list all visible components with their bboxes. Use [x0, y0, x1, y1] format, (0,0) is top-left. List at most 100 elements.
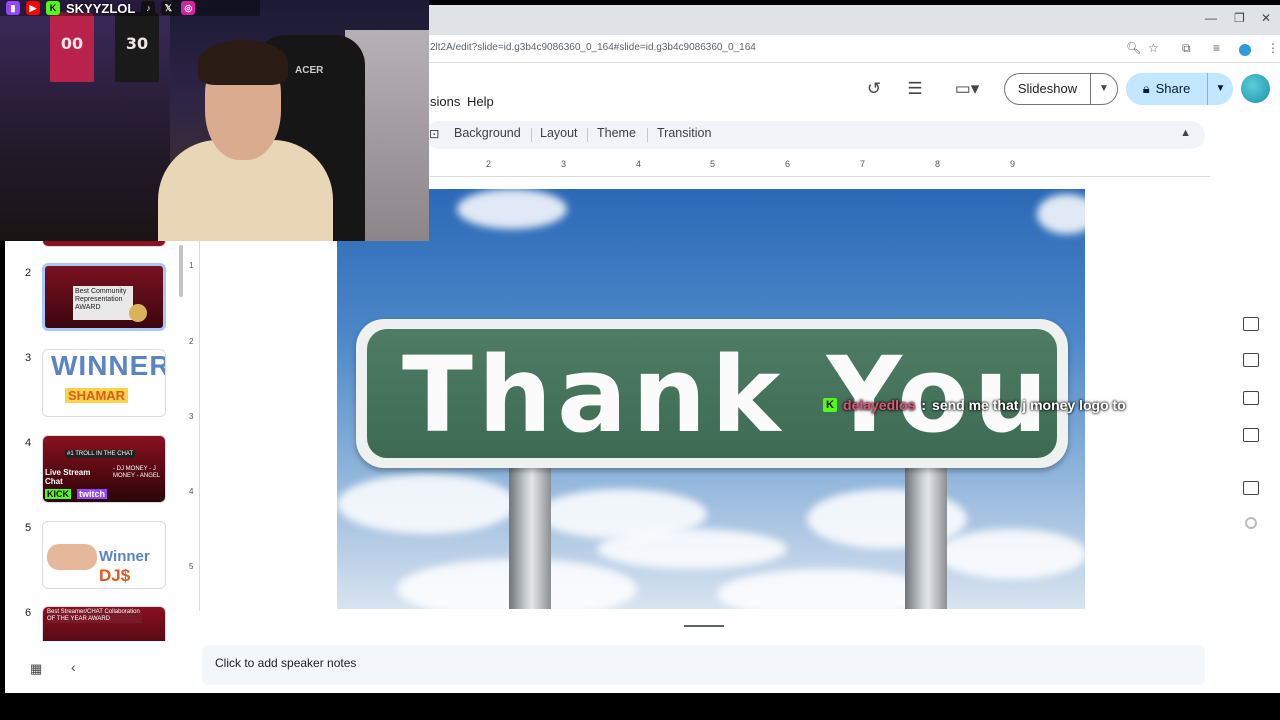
- cloud: [1037, 194, 1085, 234]
- grid-view-icon[interactable]: ▦: [30, 661, 42, 677]
- slideshow-dropdown-icon[interactable]: ▼: [1091, 74, 1117, 104]
- thumb-names: - DJ MONEY - J MONEY - ANGEL: [113, 466, 161, 479]
- tiktok-icon: ♪: [141, 1, 156, 15]
- slide-thumbnail-6[interactable]: Best Streamer/CHAT Collaboration OF THE …: [42, 606, 166, 641]
- minimize-icon[interactable]: —: [1205, 11, 1217, 25]
- thumb-title: #1 TROLL IN THE CHAT: [65, 450, 136, 458]
- slide-number: 6: [25, 607, 32, 619]
- slide-thumbnail-5[interactable]: Winner DJ$: [42, 521, 166, 589]
- chat-username: delayedlos: [843, 397, 916, 413]
- slide-number: 2: [25, 267, 32, 279]
- collapse-filmstrip-icon[interactable]: ‹: [71, 659, 76, 675]
- youtube-icon: ▶: [26, 1, 40, 15]
- jersey: 30: [115, 12, 159, 82]
- thumb-subtitle: DJ$: [99, 566, 131, 585]
- bookmark-star-icon[interactable]: ☆: [1148, 41, 1159, 55]
- chat-separator: :: [921, 397, 927, 413]
- layout-button[interactable]: Layout: [540, 126, 578, 140]
- slide-number: 4: [25, 437, 32, 449]
- share-button-group: 🔒︎ Share ▼: [1126, 73, 1233, 105]
- thumb-subtitle: Live Stream Chat: [45, 468, 91, 486]
- kick-icon: K: [46, 1, 60, 15]
- transition-button[interactable]: Transition: [657, 126, 711, 140]
- media-icon[interactable]: ≡: [1213, 41, 1220, 55]
- thumb-twitch-logo: twitch: [77, 489, 107, 499]
- cloud: [337, 474, 517, 534]
- slide-number: 3: [25, 352, 32, 364]
- toolbar-partial-icon[interactable]: ⊡: [429, 126, 439, 141]
- slide-number: 5: [25, 522, 32, 534]
- speaker-notes-placeholder: Click to add speaker notes: [215, 656, 357, 670]
- ruler-tick: 5: [189, 562, 194, 571]
- keep-icon[interactable]: [1243, 317, 1259, 331]
- ruler-tick: 3: [189, 412, 194, 421]
- ruler-tick: 1: [189, 261, 194, 270]
- ruler-tick: 5: [710, 159, 716, 169]
- thumb-subtitle: SHAMAR: [65, 388, 129, 403]
- social-bar: ▮ ▶ K SKYYZLOL ♪ 𝕏 ◎: [0, 0, 260, 16]
- close-icon[interactable]: ✕: [1261, 11, 1271, 25]
- comments-icon[interactable]: ☰: [904, 78, 926, 100]
- ruler-tick: 4: [189, 487, 194, 496]
- folder-icon[interactable]: [1243, 428, 1259, 442]
- toolbar: ⊡ Background Layout Theme Transition ▲: [425, 121, 1205, 149]
- ruler-tick: 6: [785, 159, 791, 169]
- cloud: [717, 569, 937, 609]
- filmstrip-scrollbar[interactable]: [179, 245, 183, 297]
- side-panel-toggle-icon[interactable]: [1243, 481, 1259, 495]
- share-label: Share: [1155, 81, 1191, 96]
- vertical-ruler[interactable]: 1 2 3 4 5: [180, 241, 200, 611]
- slide-thumbnail-3[interactable]: WINNER SHAMAR: [42, 349, 166, 417]
- share-dropdown-icon[interactable]: ▼: [1208, 73, 1233, 105]
- chair-brand: ACER: [295, 65, 324, 76]
- thumb-title: Winner: [99, 548, 150, 565]
- version-history-icon[interactable]: ↺: [863, 78, 885, 100]
- sign-post-right: [905, 467, 947, 609]
- streamer-handle: SKYYZLOL: [66, 0, 136, 16]
- speaker-notes[interactable]: Click to add speaker notes: [202, 645, 1205, 685]
- chat-message: send me that j money logo to: [932, 397, 1126, 413]
- hand-image: [47, 544, 97, 570]
- chat-overlay-message: K delayedlos : send me that j money logo…: [823, 397, 1126, 413]
- ruler-tick: 2: [486, 159, 492, 169]
- ruler-tick: 4: [636, 159, 642, 169]
- toolbar-divider: [647, 128, 648, 142]
- x-icon: 𝕏: [161, 1, 176, 15]
- meet-video-icon[interactable]: ▭▾: [949, 78, 985, 100]
- cloud: [597, 529, 787, 569]
- slideshow-button[interactable]: Slideshow: [1005, 74, 1091, 104]
- thumb-title: Best Community Representation AWARD: [75, 288, 127, 311]
- browser-menu-icon[interactable]: ⋮: [1267, 41, 1279, 55]
- streamer-hair: [198, 40, 288, 85]
- slide-filmstrip: 2 Best Community Representation AWARD 3 …: [5, 241, 180, 641]
- restore-icon[interactable]: ❐: [1234, 11, 1245, 25]
- extensions-icon[interactable]: ⧉: [1182, 41, 1191, 56]
- share-button[interactable]: 🔒︎ Share: [1126, 73, 1208, 105]
- ruler-tick: 7: [860, 159, 866, 169]
- theme-button[interactable]: Theme: [597, 126, 636, 140]
- kick-badge-icon: K: [823, 398, 837, 412]
- slideshow-button-group: Slideshow ▼: [1004, 73, 1118, 105]
- sign-post-left: [509, 467, 551, 609]
- chevron-up-icon[interactable]: ▲: [1180, 127, 1191, 139]
- instagram-icon: ◎: [181, 1, 196, 15]
- menu-extensions[interactable]: sions: [430, 94, 460, 109]
- contacts-icon[interactable]: [1243, 391, 1259, 405]
- background-button[interactable]: Background: [454, 126, 521, 140]
- extension-avatar-icon[interactable]: [1239, 44, 1251, 56]
- menu-help[interactable]: Help: [467, 94, 494, 109]
- thumb-kick-logo: KICK: [45, 489, 71, 499]
- tasks-icon[interactable]: [1243, 353, 1259, 367]
- ruler-tick: 3: [561, 159, 567, 169]
- horizontal-ruler[interactable]: 2 3 4 5 6 7 8 9: [430, 157, 1210, 177]
- medal-icon: [129, 304, 147, 322]
- slide-thumbnail-4[interactable]: #1 TROLL IN THE CHAT Live Stream Chat - …: [42, 435, 166, 503]
- record-icon[interactable]: [1245, 517, 1257, 529]
- slide-thumbnail-2[interactable]: Best Community Representation AWARD: [42, 263, 166, 331]
- url-text[interactable]: 2lt2A/edit?slide=id.g3b4c9086360_0_164#s…: [430, 42, 756, 53]
- zoom-icon[interactable]: 🔍︎: [1126, 41, 1141, 55]
- slide-thumbnail-1[interactable]: [42, 241, 166, 247]
- avatar[interactable]: [1241, 74, 1270, 103]
- jersey: 00: [50, 12, 94, 82]
- notes-resize-handle[interactable]: [684, 625, 724, 627]
